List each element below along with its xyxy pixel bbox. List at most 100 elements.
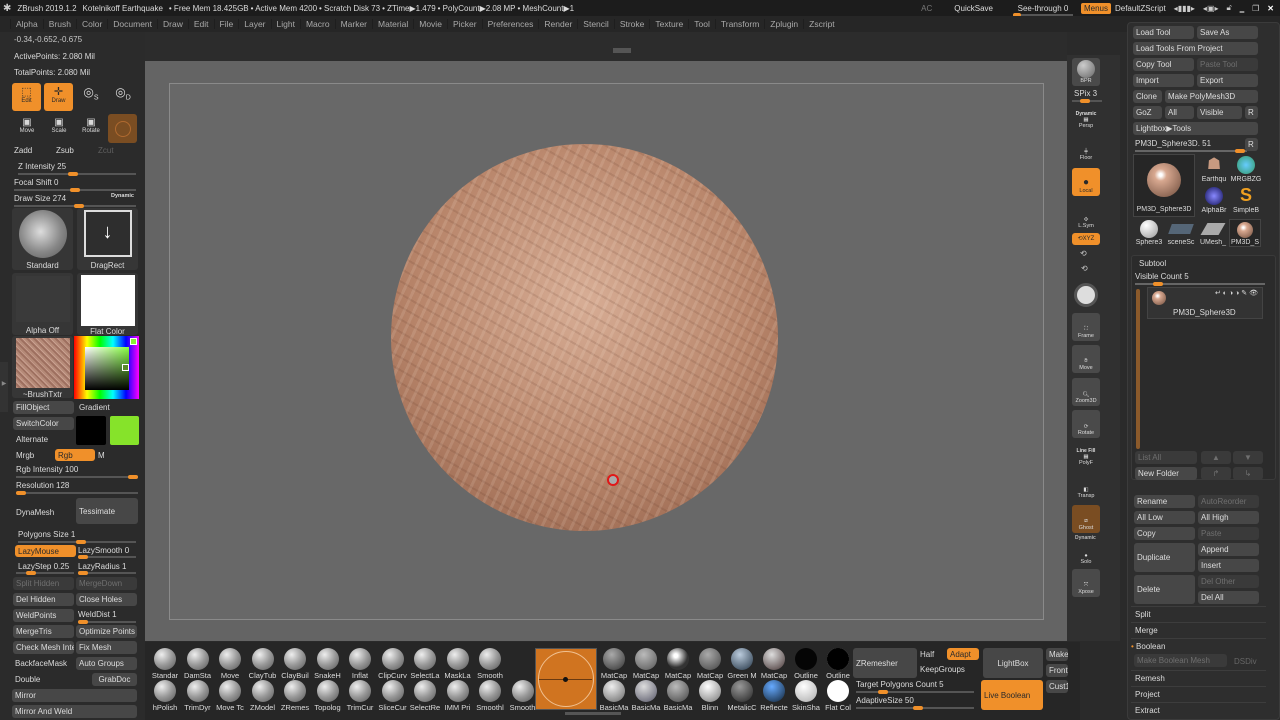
- grabdoc-button[interactable]: GrabDoc: [92, 673, 137, 686]
- auto-groups-button[interactable]: Auto Groups: [76, 657, 137, 670]
- move-view-button[interactable]: ✋︎ Move: [1072, 345, 1100, 373]
- menus-toggle[interactable]: Menus: [1080, 2, 1111, 14]
- make-polymesh3d-button[interactable]: Make PolyMesh3D: [1165, 90, 1258, 103]
- front-button[interactable]: Front: [1046, 664, 1068, 677]
- lazymouse-toggle[interactable]: LazyMouse: [15, 545, 76, 557]
- close-icon[interactable]: ✕: [1267, 4, 1274, 13]
- delete-button[interactable]: Delete: [1134, 575, 1195, 604]
- right-tray-divider[interactable]: [1120, 55, 1127, 641]
- z-intensity-slider[interactable]: [18, 172, 136, 176]
- check-mesh-integrity-button[interactable]: Check Mesh Inte: [13, 641, 74, 654]
- goz-all-button[interactable]: All: [1165, 106, 1194, 119]
- material-item-row2-4[interactable]: MetalicC: [726, 680, 758, 712]
- default-zscript-button[interactable]: DefaultZScript: [1115, 4, 1166, 13]
- material-item-5[interactable]: MatCap: [758, 648, 790, 680]
- menu-brush[interactable]: Brush: [42, 19, 76, 29]
- menu-preferences[interactable]: Preferences: [481, 19, 539, 29]
- brush-item-row2-7[interactable]: SliceCur: [377, 680, 409, 712]
- document-canvas[interactable]: [169, 83, 1044, 620]
- subtool-item[interactable]: ↵ ◐ ◑ ◑ ✎ 👁︎ PM3D_Sphere3D: [1147, 287, 1263, 319]
- mirror-button[interactable]: Mirror: [12, 689, 137, 702]
- draw-mode-button[interactable]: ✛ Draw: [44, 83, 73, 111]
- rotate-z-icon[interactable]: ⟲: [1081, 264, 1088, 273]
- tessimate-button[interactable]: Tessimate: [76, 498, 138, 524]
- focal-shift-slider[interactable]: [14, 188, 136, 192]
- menu-document[interactable]: Document: [107, 19, 157, 29]
- rotate-mode-button[interactable]: ▣ Rotate: [78, 117, 104, 134]
- backface-mask-button[interactable]: BackfaceMask: [15, 659, 67, 668]
- brush-item-row2-11[interactable]: Smooth: [507, 680, 539, 712]
- tool-thumb-mrgbz[interactable]: MRGBZG: [1230, 154, 1262, 183]
- spix-slider[interactable]: [1072, 99, 1102, 103]
- load-tool-button[interactable]: Load Tool: [1133, 26, 1194, 39]
- move-down-icon[interactable]: ▼: [1233, 451, 1263, 464]
- menu-alpha[interactable]: Alpha: [10, 19, 43, 29]
- stroke-picker[interactable]: ↓ DragRect: [77, 208, 138, 270]
- menu-file[interactable]: File: [213, 19, 239, 29]
- lazyradius-label[interactable]: LazyRadius 1: [78, 562, 126, 571]
- goz-button[interactable]: GoZ: [1133, 106, 1162, 119]
- subtool-scrollbar[interactable]: [1136, 289, 1140, 449]
- tray-resize-handle[interactable]: [565, 712, 621, 715]
- move-mode-button[interactable]: ▣ Move: [14, 117, 40, 134]
- tool-slider[interactable]: [1135, 149, 1247, 153]
- tool-thumb-alphabrush[interactable]: AlphaBr: [1198, 185, 1230, 214]
- import-button[interactable]: Import: [1133, 74, 1194, 87]
- lazysmooth-label[interactable]: LazySmooth 0: [78, 546, 129, 555]
- brush-item-3[interactable]: ClayTub: [247, 648, 279, 680]
- brush-item-row2-10[interactable]: Smoothl: [474, 680, 506, 712]
- sculptris-s-button[interactable]: ◎S: [78, 85, 104, 111]
- lightbox-tools-button[interactable]: Lightbox▶Tools: [1133, 122, 1258, 135]
- sculptris-d-button[interactable]: ◎D: [110, 85, 136, 111]
- material-item-0[interactable]: MatCap: [598, 648, 630, 680]
- color-picker[interactable]: [74, 336, 139, 399]
- brush-item-0[interactable]: Standar: [149, 648, 181, 680]
- brush-texture-picker[interactable]: ~BrushTxtr: [12, 336, 73, 399]
- persp-button[interactable]: Dynamic ▦ Persp: [1072, 103, 1100, 131]
- adaptive-size-slider[interactable]: [856, 706, 974, 710]
- lazystep-slider[interactable]: [16, 571, 74, 575]
- merge-tris-button[interactable]: MergeTris: [13, 625, 74, 638]
- see-through-slider[interactable]: See-through 0: [1012, 4, 1073, 17]
- copy-tool-button[interactable]: Copy Tool: [1133, 58, 1194, 71]
- lazyradius-slider[interactable]: [78, 571, 136, 575]
- tool-thumb-scene[interactable]: sceneSc: [1165, 219, 1197, 246]
- polyf-button[interactable]: Line Fill ▦ PolyF: [1072, 440, 1100, 468]
- zcut-button[interactable]: Zcut: [98, 146, 114, 155]
- brush-item-10[interactable]: Smooth: [474, 648, 506, 680]
- half-button[interactable]: Half: [920, 650, 934, 659]
- clone-button[interactable]: Clone: [1133, 90, 1162, 103]
- live-boolean-toggle[interactable]: Live Boolean: [981, 680, 1043, 710]
- secondary-color-swatch[interactable]: [110, 416, 139, 445]
- weld-dist-slider[interactable]: [78, 620, 136, 624]
- zsub-button[interactable]: Zsub: [56, 146, 74, 155]
- merge-section[interactable]: Merge: [1135, 626, 1158, 635]
- lightbox-button[interactable]: LightBox: [983, 648, 1043, 678]
- draw-size-slider[interactable]: [14, 204, 136, 208]
- paste-subtool-button[interactable]: Paste: [1198, 527, 1259, 540]
- del-hidden-button[interactable]: Del Hidden: [13, 593, 74, 606]
- merge-down-button[interactable]: MergeDown: [76, 577, 137, 590]
- del-all-button[interactable]: Del All: [1198, 591, 1259, 604]
- new-folder-button[interactable]: New Folder: [1135, 467, 1197, 480]
- menu-macro[interactable]: Macro: [299, 19, 335, 29]
- main-color-swatch[interactable]: [76, 416, 106, 445]
- lazysmooth-slider[interactable]: [78, 555, 136, 559]
- subtool-title[interactable]: Subtool: [1139, 259, 1166, 268]
- dynamesh-button[interactable]: DynaMesh: [16, 508, 54, 517]
- material-item-6[interactable]: Outline: [790, 648, 822, 680]
- split-hidden-button[interactable]: Split Hidden: [13, 577, 74, 590]
- alternate-button[interactable]: Alternate: [16, 435, 48, 444]
- material-item-row2-1[interactable]: BasicMa: [630, 680, 662, 712]
- zadd-button[interactable]: Zadd: [14, 146, 32, 155]
- menu-stencil[interactable]: Stencil: [577, 19, 614, 29]
- brush-item-row2-4[interactable]: ZRemes: [279, 680, 311, 712]
- tool-thumb-pm3d-small[interactable]: PM3D_S: [1229, 219, 1261, 247]
- paste-tool-button[interactable]: Paste Tool: [1197, 58, 1258, 71]
- brush-item-row2-9[interactable]: IMM Pri: [442, 680, 474, 712]
- menu-color[interactable]: Color: [75, 19, 107, 29]
- brush-item-5[interactable]: SnakeH: [312, 648, 344, 680]
- brush-item-row2-3[interactable]: ZModel: [247, 680, 279, 712]
- material-item-row2-7[interactable]: Flat Col: [822, 680, 854, 712]
- alpha-picker[interactable]: Alpha Off: [12, 273, 73, 335]
